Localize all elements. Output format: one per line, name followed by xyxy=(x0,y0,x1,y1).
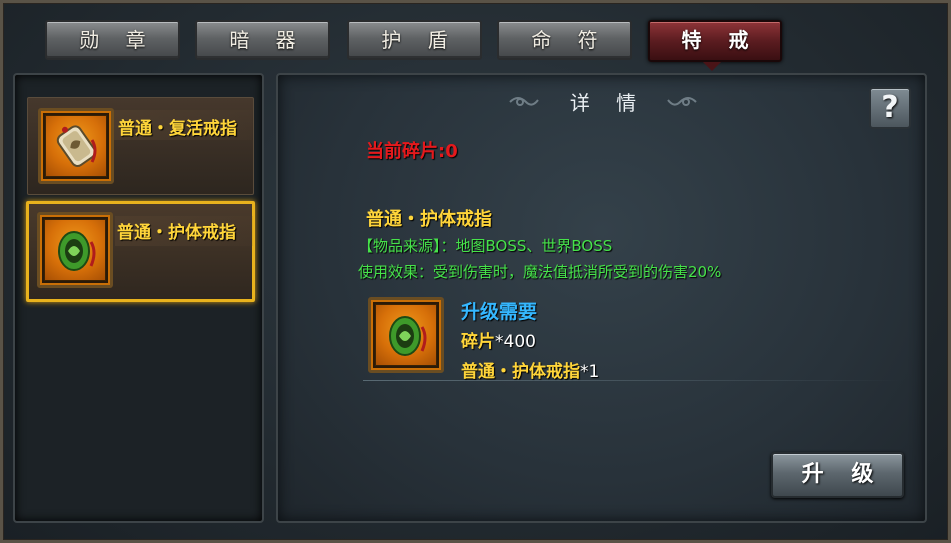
tab-special-ring[interactable]: 特 戒 xyxy=(648,20,782,62)
help-button[interactable]: ? xyxy=(869,87,911,129)
item-effect: 使用效果：受到伤害时，魔法值抵消所受到的伤害20% xyxy=(358,263,722,281)
tab-medal[interactable]: 勋 章 xyxy=(45,20,180,60)
upgrade-button[interactable]: 升 级 xyxy=(771,452,904,498)
active-tab-pointer xyxy=(703,62,721,71)
tab-hidden-weapon[interactable]: 暗 器 xyxy=(195,20,330,60)
ring-window: 勋 章 暗 器 护 盾 命 符 特 戒 普通・复活戒指 普通・护体戒指 详 情 … xyxy=(0,0,951,543)
tab-shield[interactable]: 护 盾 xyxy=(347,20,482,60)
swirl-right-icon xyxy=(667,97,697,106)
requirement-fragments: 碎片*400 xyxy=(461,332,536,352)
list-item-label: 普通・护体戒指 xyxy=(117,223,236,243)
detail-title: 详 情 xyxy=(569,91,647,115)
list-item-revive-ring[interactable]: 普通・复活戒指 xyxy=(27,97,254,195)
current-fragments: 当前碎片:0 xyxy=(366,141,458,162)
list-item-guard-ring[interactable]: 普通・护体戒指 xyxy=(26,201,255,302)
tab-talisman[interactable]: 命 符 xyxy=(497,20,632,60)
swirl-left-icon xyxy=(509,97,539,106)
detail-panel: 详 情 ? 当前碎片:0 普通・护体戒指 【物品来源】：地图BOSS、世界BOS… xyxy=(276,73,927,523)
list-item-label: 普通・复活戒指 xyxy=(118,119,237,139)
guard-ring-icon xyxy=(389,316,427,356)
revive-ring-icon xyxy=(56,125,97,168)
item-name: 普通・护体戒指 xyxy=(366,209,492,230)
guard-ring-icon xyxy=(58,231,96,271)
ring-list-panel: 普通・复活戒指 普通・护体戒指 xyxy=(13,73,264,523)
requirement-title: 升级需要 xyxy=(461,301,538,323)
upgrade-requirements: 升级需要 碎片*400 普通・护体戒指*1 xyxy=(363,295,923,382)
requirement-ring: 普通・护体戒指*1 xyxy=(461,362,600,382)
detail-header: 详 情 xyxy=(478,85,728,121)
divider xyxy=(363,380,903,381)
item-source: 【物品来源】：地图BOSS、世界BOSS xyxy=(358,237,613,255)
guard-ring-slot xyxy=(37,212,113,288)
required-item-slot xyxy=(368,297,444,373)
revive-ring-slot xyxy=(38,108,114,184)
